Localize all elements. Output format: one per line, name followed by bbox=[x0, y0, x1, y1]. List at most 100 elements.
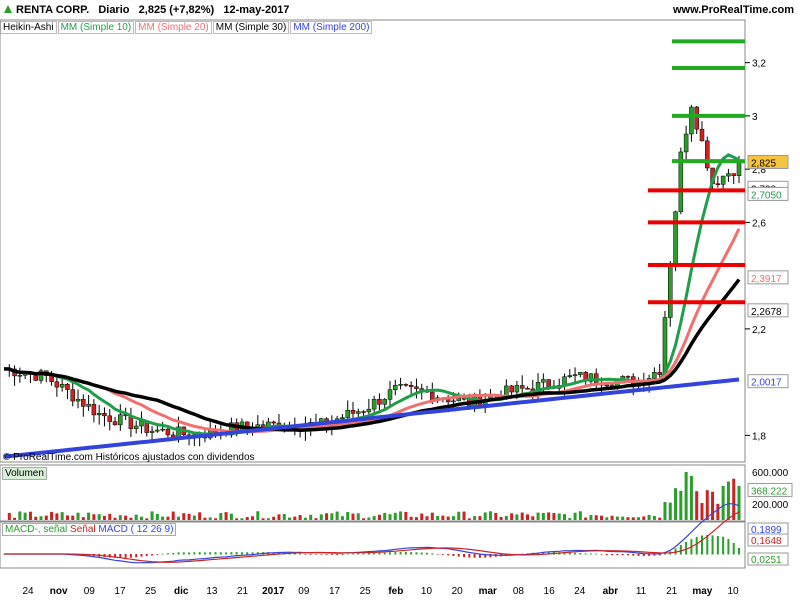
candle-body bbox=[377, 399, 382, 405]
volume-bar bbox=[81, 517, 85, 520]
volume-bar bbox=[76, 512, 80, 520]
macd-hist-bar bbox=[595, 553, 598, 555]
volume-bar bbox=[346, 512, 350, 520]
candle-body bbox=[514, 385, 520, 393]
y-tick-label: 2,6 bbox=[752, 218, 766, 229]
candle-body bbox=[694, 106, 699, 130]
candle-body bbox=[133, 425, 139, 429]
volume-bar bbox=[13, 517, 17, 520]
macd-hist-bar bbox=[129, 554, 132, 558]
volume-bar bbox=[7, 512, 11, 520]
price-panel-border bbox=[0, 19, 746, 463]
candle-body bbox=[165, 428, 171, 436]
x-tick-label: 24 bbox=[22, 586, 34, 597]
volume-bar bbox=[182, 513, 186, 520]
volume-bar bbox=[235, 518, 239, 520]
macd-hist-bar bbox=[679, 544, 682, 555]
volume-bar bbox=[404, 511, 408, 520]
volume-bar bbox=[600, 515, 604, 520]
x-tick-label: nov bbox=[50, 586, 68, 597]
volume-bar bbox=[309, 514, 313, 520]
volume-bar bbox=[531, 516, 535, 520]
volume-bar bbox=[425, 516, 429, 520]
candle-body bbox=[408, 385, 414, 387]
macd-hist-bar bbox=[574, 552, 577, 555]
x-tick-label: mar bbox=[479, 586, 497, 597]
volume-bar bbox=[166, 516, 170, 520]
candle-body bbox=[382, 399, 387, 405]
macd-hist-bar bbox=[473, 554, 476, 558]
macd-hist-bar bbox=[198, 552, 201, 555]
volume-bar bbox=[224, 512, 228, 520]
volume-bar bbox=[547, 512, 551, 520]
volume-bar bbox=[652, 515, 656, 520]
volume-bar bbox=[108, 513, 112, 520]
volume-bar bbox=[721, 485, 725, 520]
macd-hist-bar bbox=[235, 552, 238, 555]
macd-hist-bar bbox=[700, 535, 703, 555]
candle-body bbox=[673, 211, 678, 267]
candle-body bbox=[662, 317, 668, 375]
price-tag-label: 2,0017 bbox=[751, 378, 782, 389]
macd-hist-bar bbox=[457, 554, 460, 557]
volume-bar bbox=[44, 515, 48, 520]
macd-hist-bar bbox=[214, 552, 217, 555]
candle-body bbox=[509, 385, 514, 393]
macd-hist-bar bbox=[166, 553, 169, 555]
volume-bar bbox=[674, 488, 678, 520]
candle-body bbox=[387, 389, 393, 400]
x-tick-label: 10 bbox=[421, 586, 433, 597]
chart-canvas[interactable]: 3,232,82,62,21,82,8252,7282,70502,39172,… bbox=[0, 0, 800, 600]
candle-body bbox=[715, 183, 721, 185]
volume-bar bbox=[705, 490, 709, 520]
macd-hist-bar bbox=[621, 554, 624, 556]
macd-hist-bar bbox=[309, 554, 312, 555]
volume-last-label: 368.222 bbox=[751, 487, 788, 498]
candle-body bbox=[155, 429, 160, 432]
volume-bar bbox=[663, 502, 667, 520]
x-tick-label: 17 bbox=[114, 586, 126, 597]
volume-bar bbox=[298, 514, 302, 520]
volume-bar bbox=[256, 511, 260, 520]
x-tick-label: abr bbox=[603, 586, 619, 597]
volume-bar bbox=[605, 517, 609, 520]
y-tick-label: 3,2 bbox=[752, 59, 766, 70]
macd-hist-bar bbox=[188, 552, 191, 555]
candle-body bbox=[652, 372, 657, 379]
candle-body bbox=[689, 106, 694, 135]
volume-bar bbox=[631, 517, 635, 520]
volume-bar bbox=[563, 514, 567, 520]
volume-bar bbox=[203, 517, 207, 520]
macd-hist-bar bbox=[151, 554, 154, 556]
volume-bar bbox=[187, 513, 191, 520]
candle-body bbox=[541, 379, 546, 383]
macd-hist-bar bbox=[642, 554, 645, 557]
candle-body bbox=[403, 384, 409, 386]
candle-body bbox=[726, 173, 731, 177]
volume-bar bbox=[60, 512, 64, 520]
volume-bar bbox=[414, 517, 418, 520]
volume-bar bbox=[192, 515, 196, 520]
macd-hist-bar bbox=[589, 553, 592, 555]
x-tick-label: 17 bbox=[329, 586, 341, 597]
macd-hist-bar bbox=[404, 551, 407, 555]
volume-bar bbox=[28, 511, 32, 520]
macd-hist-bar bbox=[182, 552, 185, 555]
candle-body bbox=[96, 413, 102, 416]
x-tick-label: dic bbox=[174, 586, 189, 597]
macd-tag[interactable]: MACD-, señal Señal MACD ( 12 26 9) bbox=[2, 523, 177, 536]
candle-body bbox=[546, 379, 551, 387]
candle-body bbox=[525, 388, 530, 390]
volume-tag[interactable]: Volumen bbox=[2, 467, 47, 480]
volume-bar bbox=[245, 517, 249, 520]
volume-bar bbox=[668, 502, 672, 520]
volume-bar bbox=[319, 514, 323, 520]
macd-hist-bar bbox=[600, 554, 603, 555]
macd-hist-bar bbox=[463, 554, 466, 558]
volume-bar bbox=[536, 512, 540, 520]
macd-hist-bar bbox=[394, 552, 397, 555]
macd-hist-bar bbox=[299, 553, 302, 555]
volume-bar bbox=[441, 515, 445, 520]
macd-hist-bar bbox=[325, 554, 328, 555]
volume-bar bbox=[658, 517, 662, 520]
